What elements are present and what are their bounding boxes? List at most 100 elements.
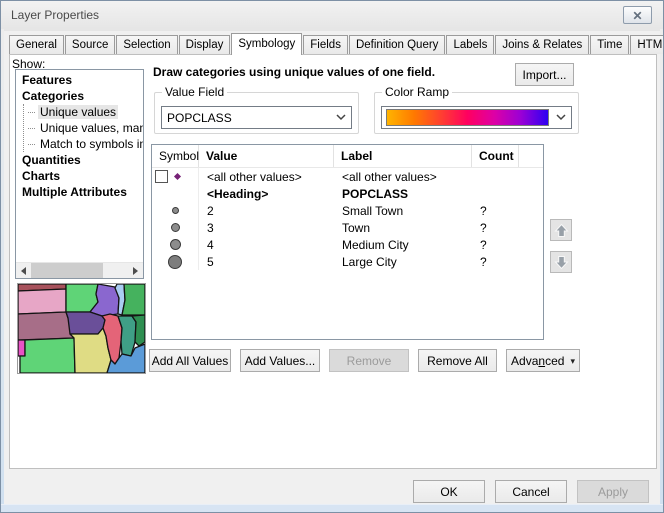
column-header-symbol[interactable]: Symbol (152, 145, 199, 167)
marker-symbol[interactable] (171, 223, 180, 232)
import-button[interactable]: Import... (515, 63, 574, 86)
ok-button[interactable]: OK (413, 480, 485, 503)
state-south-dakota (18, 289, 66, 314)
close-icon (633, 11, 642, 20)
cell-symbol (152, 185, 199, 202)
all-other-values-checkbox[interactable] (155, 170, 168, 183)
cell-label: Small Town (334, 204, 472, 218)
chevron-down-icon (331, 114, 351, 121)
remove-all-button[interactable]: Remove All (418, 349, 497, 372)
cell-label: Medium City (334, 238, 472, 252)
marker-symbol[interactable] (170, 239, 181, 250)
cell-value: 4 (199, 238, 334, 252)
add-all-values-button[interactable]: Add All Values (149, 349, 231, 372)
state-kansas (20, 338, 75, 373)
table-row[interactable]: 2Small Town? (152, 202, 543, 219)
apply-button: Apply (577, 480, 649, 503)
caret-down-icon: ▾ (570, 356, 575, 366)
color-ramp-swatch (386, 109, 549, 126)
chevron-down-icon (551, 114, 571, 121)
marker-symbol[interactable] (168, 255, 182, 269)
cell-value: 5 (199, 255, 334, 269)
tab-general[interactable]: General (9, 35, 64, 54)
tab-time[interactable]: Time (590, 35, 629, 54)
triangle-left-icon (21, 267, 26, 275)
move-up-button[interactable] (550, 219, 572, 241)
tree-item-unique-values-many[interactable]: Unique values, many (24, 120, 143, 136)
cell-symbol (152, 253, 199, 270)
scrollbar-thumb[interactable] (31, 263, 103, 278)
cell-label: POPCLASS (334, 187, 472, 201)
tree-item-features[interactable]: Features (16, 72, 143, 88)
cell-label: Large City (334, 255, 472, 269)
cell-symbol (152, 219, 199, 236)
tab-labels[interactable]: Labels (446, 35, 494, 54)
scroll-left-button[interactable] (16, 263, 31, 278)
scrollbar-track[interactable] (31, 263, 128, 278)
state-iowa (66, 312, 105, 334)
arrow-up-icon (554, 223, 569, 238)
symbology-preview-map (17, 283, 146, 374)
scroll-right-button[interactable] (128, 263, 143, 278)
tab-symbology[interactable]: Symbology (231, 33, 302, 55)
cell-value: 3 (199, 221, 334, 235)
column-header-filler (519, 145, 543, 167)
tree-item-list: FeaturesCategoriesUnique valuesUnique va… (16, 70, 143, 200)
add-values-button[interactable]: Add Values... (240, 349, 320, 372)
column-header-value[interactable]: Value (199, 145, 334, 167)
cell-symbol (152, 236, 199, 253)
advanced-label-post: ced (545, 354, 564, 368)
move-down-button[interactable] (550, 251, 572, 273)
tree-item-match-to-symbols-in-a[interactable]: Match to symbols in a (24, 136, 143, 152)
preview-map-svg (18, 284, 145, 373)
tab-definition-query[interactable]: Definition Query (349, 35, 445, 54)
title-bar: Layer Properties (1, 1, 663, 31)
cell-value: 2 (199, 204, 334, 218)
tab-bar: GeneralSourceSelectionDisplaySymbologyFi… (9, 33, 664, 54)
value-field-dropdown[interactable]: POPCLASS (161, 106, 352, 129)
tab-joins-relates[interactable]: Joins & Relates (495, 35, 589, 54)
advanced-button[interactable]: Advanced ▾ (506, 349, 580, 372)
tab-fields[interactable]: Fields (303, 35, 348, 54)
cell-value: <all other values> (199, 170, 334, 184)
color-ramp-group-label: Color Ramp (382, 86, 452, 99)
table-row[interactable]: <Heading>POPCLASS (152, 185, 543, 202)
tab-source[interactable]: Source (65, 35, 115, 54)
table-row[interactable]: <all other values><all other values> (152, 168, 543, 185)
value-field-group: Value Field POPCLASS (154, 92, 359, 134)
cell-symbol (152, 168, 199, 185)
state-nebraska (18, 312, 75, 340)
tree-item-categories[interactable]: Categories (16, 88, 143, 104)
window-edge-bottom (1, 504, 663, 512)
arrow-down-icon (554, 255, 569, 270)
cancel-button[interactable]: Cancel (495, 480, 567, 503)
tree-horizontal-scrollbar[interactable] (16, 262, 143, 278)
cell-count: ? (472, 238, 519, 252)
table-row[interactable]: 5Large City? (152, 253, 543, 270)
show-tree: FeaturesCategoriesUnique valuesUnique va… (15, 69, 144, 279)
tab-selection[interactable]: Selection (116, 35, 177, 54)
cell-count: ? (472, 204, 519, 218)
column-header-count[interactable]: Count (472, 145, 519, 167)
table-row[interactable]: 4Medium City? (152, 236, 543, 253)
symbology-tab-panel: Show: FeaturesCategoriesUnique valuesUni… (9, 54, 657, 469)
tree-item-unique-values[interactable]: Unique values (24, 104, 143, 120)
value-field-selected-value: POPCLASS (162, 111, 331, 125)
column-header-label[interactable]: Label (334, 145, 472, 167)
tree-item-multiple-attributes[interactable]: Multiple Attributes (16, 184, 143, 200)
tree-item-charts[interactable]: Charts (16, 168, 143, 184)
color-ramp-dropdown[interactable] (381, 106, 572, 129)
tab-html-popup[interactable]: HTML Popup (630, 35, 664, 54)
tab-display[interactable]: Display (179, 35, 231, 54)
marker-symbol[interactable] (172, 207, 179, 214)
state-colorado (18, 340, 25, 356)
table-row[interactable]: 3Town? (152, 219, 543, 236)
close-button[interactable] (623, 6, 652, 24)
layer-properties-dialog: Layer Properties GeneralSourceSelectionD… (0, 0, 664, 513)
marker-symbol[interactable] (174, 173, 181, 180)
color-ramp-group: Color Ramp (374, 92, 579, 134)
window-edge-left (1, 29, 4, 512)
tree-item-quantities[interactable]: Quantities (16, 152, 143, 168)
cell-label: <all other values> (334, 170, 472, 184)
panel-description: Draw categories using unique values of o… (153, 65, 435, 79)
